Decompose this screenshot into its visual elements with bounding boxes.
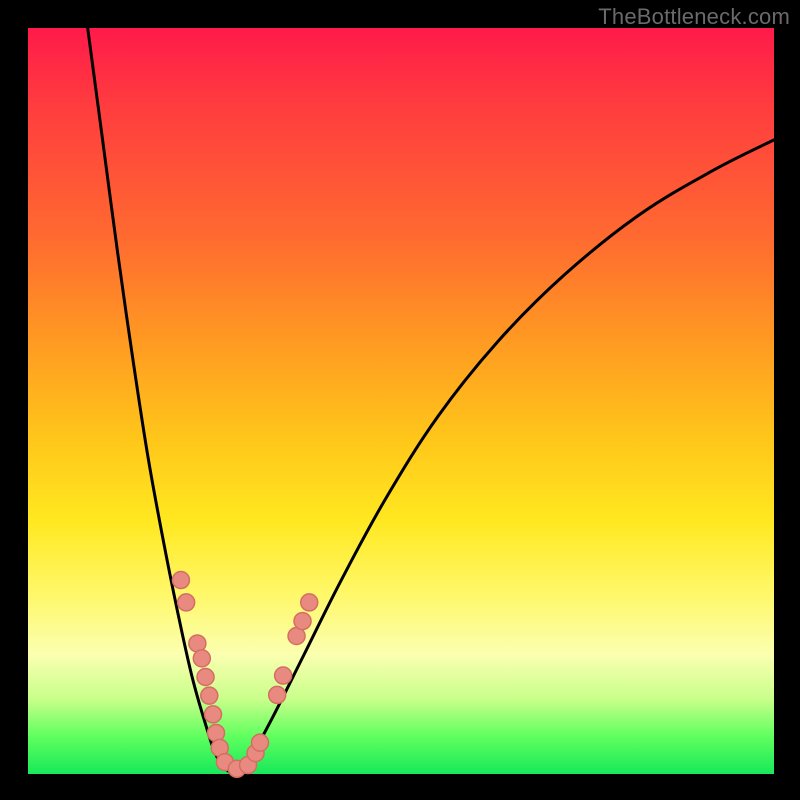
highlight-dot xyxy=(197,669,214,686)
watermark-text: TheBottleneck.com xyxy=(598,4,790,30)
highlight-dot xyxy=(172,572,189,589)
highlight-dots xyxy=(172,572,317,778)
chart-stage: TheBottleneck.com xyxy=(0,0,800,800)
highlight-dot xyxy=(269,686,286,703)
highlight-dot xyxy=(294,613,311,630)
left-branch-curve xyxy=(88,28,237,774)
plot-area xyxy=(28,28,774,774)
highlight-dot xyxy=(252,734,269,751)
highlight-dot xyxy=(275,667,292,684)
highlight-dot xyxy=(201,687,218,704)
highlight-dot xyxy=(205,706,222,723)
highlight-dot xyxy=(178,594,195,611)
highlight-dot xyxy=(301,594,318,611)
curve-layer xyxy=(28,28,774,774)
right-branch-curve xyxy=(237,140,774,774)
highlight-dot xyxy=(193,650,210,667)
